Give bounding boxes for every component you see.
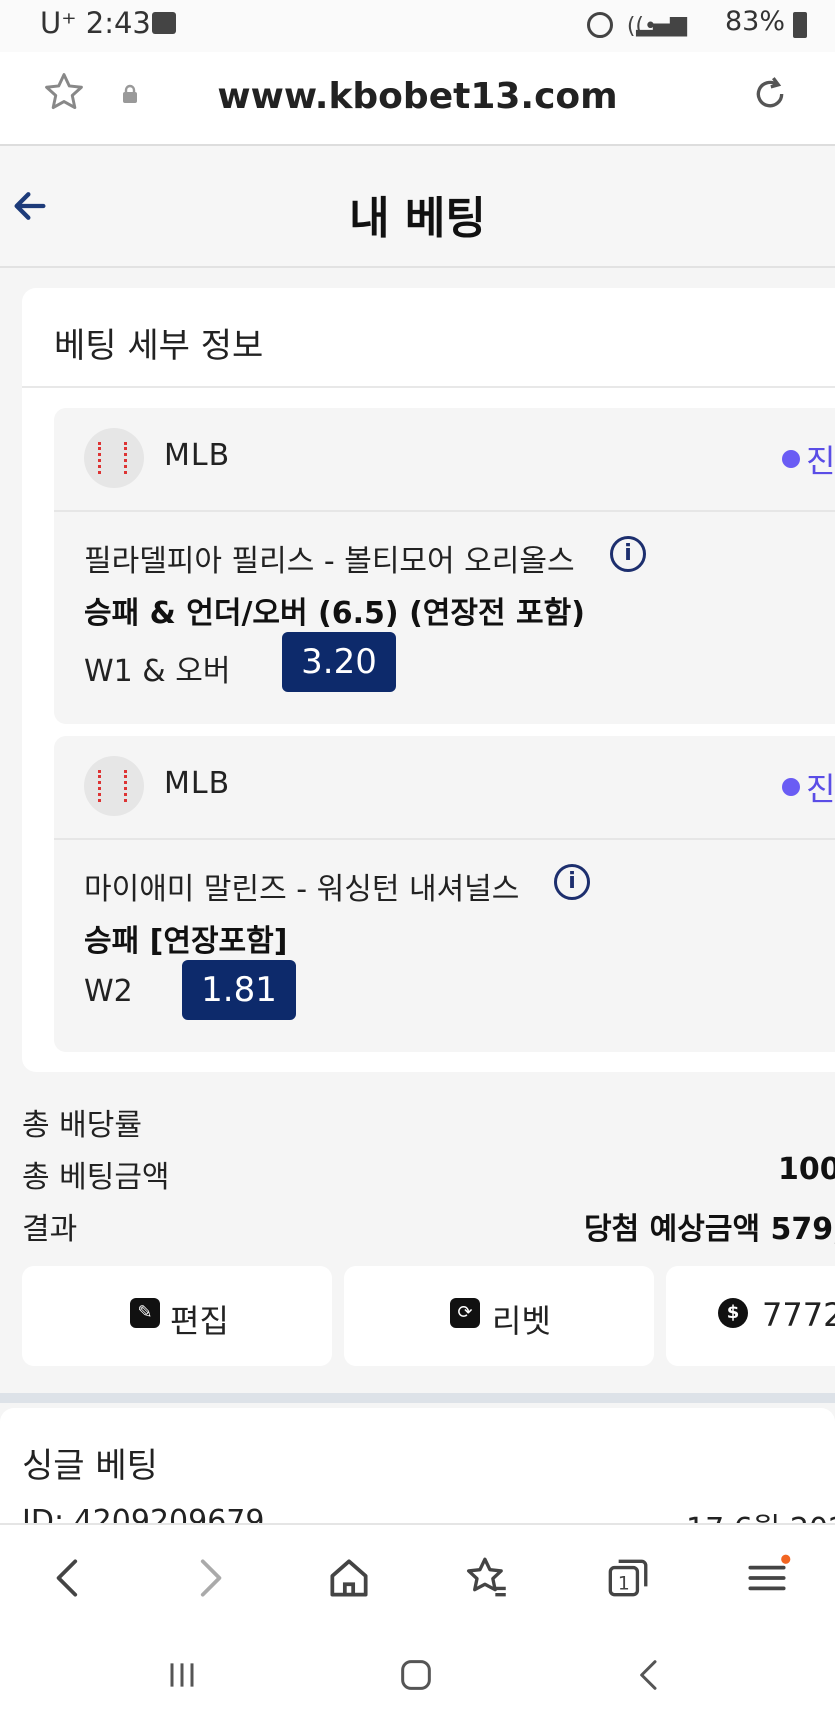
market-name: 승패 & 언더/오버 (6.5) (연장전 포함) (84, 596, 585, 631)
battery-icon (793, 12, 807, 38)
browser-url-bar: www.kbobet13.com (0, 52, 835, 146)
edit-label: 편집 (170, 1302, 229, 1340)
divider (22, 386, 835, 388)
system-back-icon[interactable] (630, 1655, 670, 1695)
bet-status: 진 (806, 442, 835, 480)
cashout-value: 7772 (762, 1296, 835, 1334)
total-stake-value: 100, (778, 1152, 835, 1187)
rebet-label: 리벳 (492, 1302, 551, 1340)
match-name: 마이애미 말린즈 - 워싱턴 내셔널스 (84, 872, 520, 907)
result-label: 결과 (22, 1212, 78, 1247)
signal-icon: ▂▄▆ (636, 12, 687, 37)
menu-icon[interactable] (742, 1553, 792, 1603)
section-separator (0, 1393, 835, 1403)
refresh-icon: ⟳ (450, 1298, 480, 1328)
baseball-icon (84, 428, 144, 488)
pick-label: W1 & 오버 (84, 654, 231, 689)
status-dot (782, 778, 800, 796)
status-bar: U⁺ 2:43 ((• ▂▄▆ 83% (0, 0, 835, 52)
bet-status: 진 (806, 770, 835, 808)
edit-button[interactable]: ✎ 편집 (22, 1266, 332, 1366)
svg-text:1: 1 (618, 1573, 630, 1594)
home-icon[interactable] (324, 1553, 374, 1603)
reload-icon[interactable] (750, 74, 790, 114)
edit-document-icon: ✎ (130, 1298, 160, 1328)
total-stake-label: 총 베팅금액 (22, 1160, 170, 1195)
result-value: 당첨 예상금액 579, (584, 1212, 835, 1247)
single-bet-title: 싱글 베팅 (22, 1446, 158, 1486)
bet-item: MLB 진 마이애미 말린즈 - 워싱턴 내셔널스 i 1 승패 [연장포함] … (54, 736, 835, 1052)
info-icon[interactable]: i (610, 536, 646, 572)
dollar-icon: $ (718, 1298, 748, 1328)
battery-level: 83% (724, 6, 785, 37)
gallery-notification-icon (152, 12, 176, 34)
back-icon[interactable] (44, 1553, 94, 1603)
url-text[interactable]: www.kbobet13.com (0, 76, 835, 117)
tabs-icon[interactable]: 1 (602, 1553, 652, 1603)
section-title: 베팅 세부 정보 (54, 326, 264, 366)
bet-header: MLB 진 (54, 408, 835, 512)
system-nav-bar (0, 1633, 835, 1717)
league-name: MLB (164, 438, 231, 473)
league-name: MLB (164, 766, 231, 801)
page-title: 내 베팅 (349, 193, 486, 244)
odds-badge: 1.81 (182, 960, 296, 1020)
pick-label: W2 (84, 974, 133, 1009)
alarm-icon (587, 12, 613, 38)
browser-bottom-nav: 1 (0, 1523, 835, 1635)
cashout-button[interactable]: $ 7772 (666, 1266, 835, 1366)
carrier-time: U⁺ 2:43 (40, 6, 151, 40)
match-name: 필라델피아 필리스 - 볼티모어 오리올스 (84, 544, 575, 579)
home-button-icon[interactable] (396, 1655, 436, 1695)
bookmarks-icon[interactable] (462, 1553, 512, 1603)
total-odds-label: 총 배당률 (22, 1108, 142, 1143)
bet-item: MLB 진 필라델피아 필리스 - 볼티모어 오리올스 i 1 승패 & 언더/… (54, 408, 835, 724)
page-header: 내 베팅 (0, 146, 835, 268)
single-bet-card: 싱글 베팅 ID: 4209209679 17 6월 202 (0, 1408, 835, 1547)
status-dot (782, 450, 800, 468)
baseball-icon (84, 756, 144, 816)
bet-details-card: 베팅 세부 정보 MLB 진 필라델피아 필리스 - 볼티모어 오리올스 i 1… (22, 288, 835, 1072)
market-name: 승패 [연장포함] (84, 924, 288, 959)
info-icon[interactable]: i (554, 864, 590, 900)
bet-header: MLB 진 (54, 736, 835, 840)
recent-apps-icon[interactable] (162, 1655, 202, 1695)
forward-icon[interactable] (184, 1553, 234, 1603)
odds-badge: 3.20 (282, 632, 396, 692)
rebet-button[interactable]: ⟳ 리벳 (344, 1266, 654, 1366)
